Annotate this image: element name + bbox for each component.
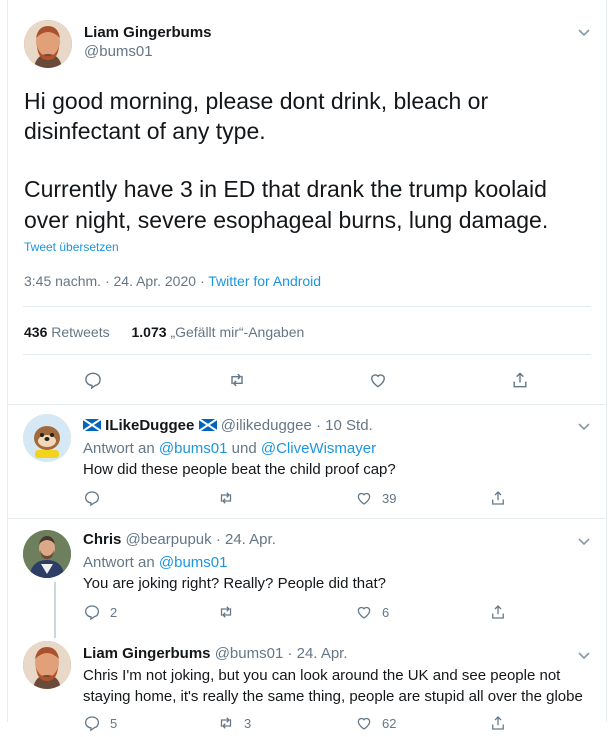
tweet-text-line: over night, severe esophageal burns, lun… — [24, 207, 549, 233]
retweet-icon[interactable] — [217, 714, 235, 732]
likes-label: „Gefällt mir“-Angaben — [170, 324, 305, 340]
reply-header: Liam Gingerbums @bums01 · 24. Apr. — [83, 645, 348, 662]
chevron-down-icon[interactable] — [576, 418, 592, 434]
reply-author-handle[interactable]: @bums01 — [215, 645, 284, 662]
tweet-source[interactable]: Twitter for Android — [208, 273, 321, 289]
reply-icon[interactable] — [83, 714, 101, 732]
reply-time[interactable]: 10 Std. — [325, 417, 373, 434]
chevron-down-icon[interactable] — [576, 24, 592, 40]
reply-to-prefix: Antwort an — [83, 554, 155, 571]
avatar[interactable] — [23, 530, 71, 578]
retweet-icon[interactable] — [217, 603, 235, 621]
reply-text-line: Chris I'm not joking, but you can look a… — [83, 667, 561, 684]
reply-author-name[interactable]: ILikeDuggee — [105, 417, 194, 434]
reply-text: You are joking right? Really? People did… — [83, 575, 386, 592]
reply-to-mention[interactable]: @bums01 — [159, 440, 228, 457]
reply-author-handle[interactable]: @ilikeduggee — [221, 417, 312, 434]
tweet-stats: 436 Retweets 1.073 „Gefällt mir“-Angaben — [24, 324, 304, 340]
divider — [7, 404, 607, 405]
reply-header: ILikeDuggee @ilikeduggee · 10 Std. — [82, 417, 373, 434]
reply-to-mention[interactable]: @CliveWismayer — [261, 440, 376, 457]
reply-to-prefix: Antwort an — [83, 440, 155, 457]
retweet-icon[interactable] — [227, 370, 247, 390]
author-name[interactable]: Liam Gingerbums — [84, 24, 212, 41]
like-count: 62 — [382, 716, 397, 731]
retweet-count: 3 — [244, 716, 252, 731]
dot-separator: · — [287, 645, 293, 662]
reply-time[interactable]: 24. Apr. — [225, 531, 276, 548]
retweets-stat[interactable]: 436 Retweets — [24, 324, 114, 340]
reply-to-mention[interactable]: @bums01 — [159, 554, 228, 571]
author-handle[interactable]: @bums01 — [84, 43, 153, 60]
chevron-down-icon[interactable] — [576, 647, 592, 663]
likes-count: 1.073 — [131, 324, 167, 340]
avatar[interactable] — [24, 20, 72, 68]
tweet-time[interactable]: 3:45 nachm. — [24, 273, 101, 289]
reply-header: Chris @bearpupuk · 24. Apr. — [83, 531, 276, 548]
reply-icon[interactable] — [83, 603, 101, 621]
reply-count: 5 — [110, 716, 118, 731]
reply-author-name[interactable]: Liam Gingerbums — [83, 645, 211, 662]
tweet-text-line: Hi good morning, please dont drink, blea… — [24, 88, 489, 114]
dot-separator: · — [104, 273, 110, 289]
tweet-timestamp: 3:45 nachm. · 24. Apr. 2020 · Twitter fo… — [24, 273, 321, 289]
scotland-flag-icon — [82, 418, 102, 432]
tweet-date[interactable]: 24. Apr. 2020 — [114, 273, 197, 289]
reply-to-joiner: und — [231, 440, 257, 457]
like-icon[interactable] — [368, 370, 388, 390]
avatar[interactable] — [23, 641, 71, 689]
reply-to-line: Antwort an @bums01 — [83, 554, 227, 571]
share-icon[interactable] — [489, 714, 507, 732]
share-icon[interactable] — [489, 489, 507, 507]
scotland-flag-icon — [197, 418, 218, 432]
divider — [23, 306, 591, 307]
share-icon[interactable] — [510, 370, 530, 390]
retweets-count: 436 — [24, 324, 48, 340]
reply-icon[interactable] — [83, 489, 101, 507]
like-count: 39 — [382, 491, 397, 506]
reply-count: 2 — [110, 605, 118, 620]
avatar[interactable] — [23, 414, 71, 462]
reply-to-line: Antwort an @bums01 und @CliveWismayer — [83, 440, 376, 457]
translate-tweet-link[interactable]: Tweet übersetzen — [24, 240, 119, 254]
like-icon[interactable] — [355, 603, 373, 621]
reply-time[interactable]: 24. Apr. — [297, 645, 348, 662]
like-icon[interactable] — [355, 489, 373, 507]
reply-text: How did these people beat the child proo… — [83, 461, 396, 478]
dot-separator: · — [215, 531, 221, 548]
tweet-text-line: Currently have 3 in ED that drank the tr… — [24, 176, 547, 202]
thread-connector-line — [54, 582, 56, 638]
reply-author-handle[interactable]: @bearpupuk — [126, 531, 212, 548]
divider — [7, 518, 607, 519]
retweets-label: Retweets — [51, 324, 110, 340]
retweet-icon[interactable] — [217, 489, 235, 507]
dot-separator: · — [316, 417, 321, 434]
dot-separator: · — [199, 273, 205, 289]
like-icon[interactable] — [355, 714, 373, 732]
divider — [23, 354, 591, 355]
reply-icon[interactable] — [83, 370, 103, 390]
likes-stat[interactable]: 1.073 „Gefällt mir“-Angaben — [132, 324, 305, 340]
reply-author-name[interactable]: Chris — [83, 531, 121, 548]
share-icon[interactable] — [489, 603, 507, 621]
like-count: 6 — [382, 605, 390, 620]
chevron-down-icon[interactable] — [576, 533, 592, 549]
reply-text-line: staying home, it's really the same thing… — [83, 688, 583, 705]
tweet-text-line: disinfectant of any type. — [24, 118, 266, 144]
